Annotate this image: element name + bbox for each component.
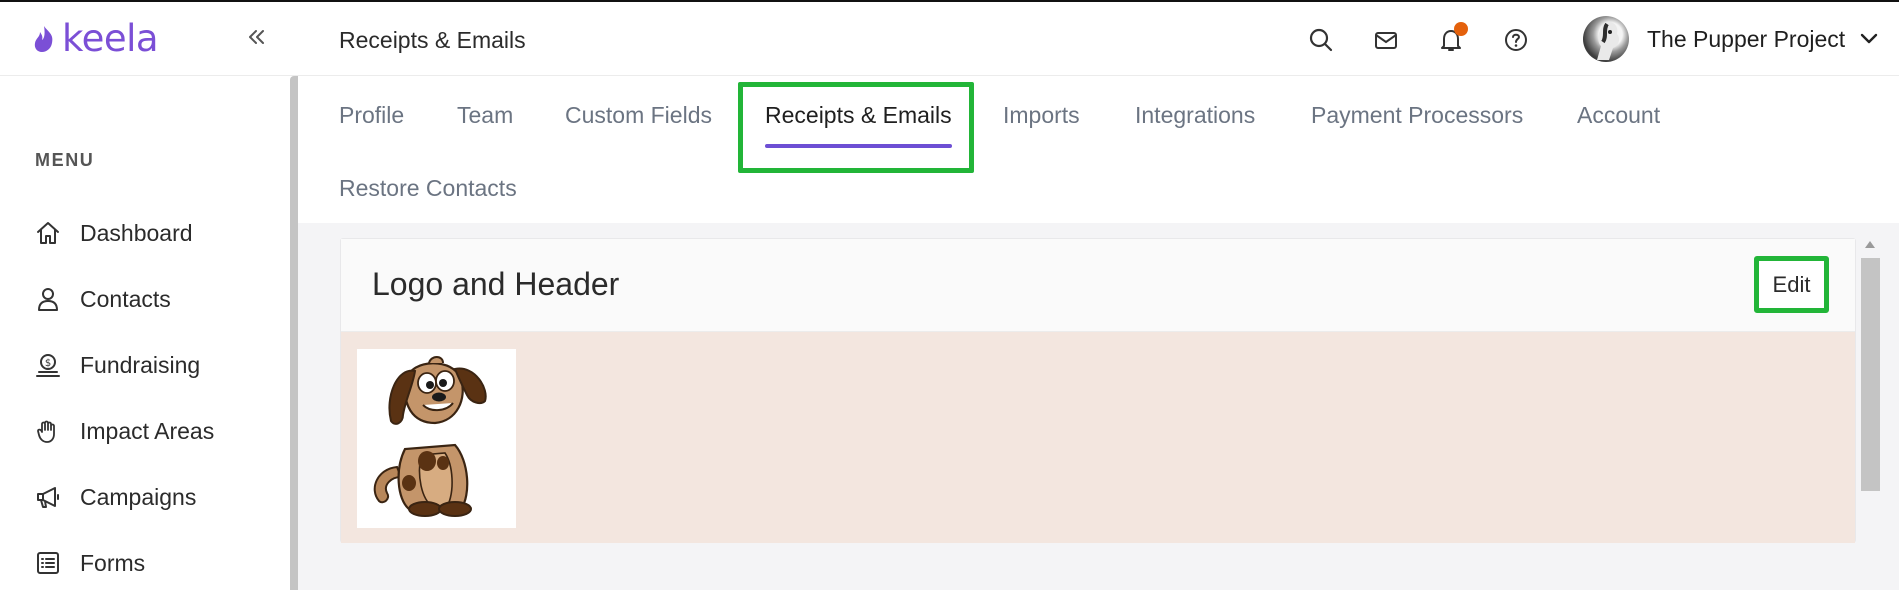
cartoon-dog-icon	[373, 356, 487, 517]
sidebar-scrollbar[interactable]	[290, 76, 298, 590]
sidebar-item-campaigns[interactable]: Campaigns	[34, 464, 214, 530]
scrollbar-thumb[interactable]	[1861, 258, 1880, 491]
dog-avatar-icon	[1597, 21, 1620, 60]
user-icon	[34, 285, 62, 313]
sidebar-item-contacts[interactable]: Contacts	[34, 266, 214, 332]
sidebar-item-label: Dashboard	[80, 219, 193, 246]
sidebar-item-fundraising[interactable]: $ Fundraising	[34, 332, 214, 398]
menu-label: MENU	[35, 150, 95, 170]
list-icon	[34, 549, 62, 577]
edit-button[interactable]: Edit	[1754, 256, 1829, 313]
page-title: Receipts & Emails	[339, 27, 526, 53]
chevron-down-icon	[1860, 33, 1878, 44]
notifications-button[interactable]	[1437, 22, 1468, 54]
help-button[interactable]	[1502, 26, 1530, 54]
notification-badge	[1454, 22, 1468, 36]
header-preview	[341, 332, 1855, 543]
keela-logo[interactable]: keela	[32, 17, 159, 60]
sidebar-item-forms[interactable]: Forms	[34, 530, 214, 590]
sidebar-item-impact-areas[interactable]: Impact Areas	[34, 398, 214, 464]
settings-tabs: Profile Team Custom Fields Receipts & Em…	[298, 76, 1899, 223]
sidebar-header: keela	[0, 2, 298, 76]
logo-header-card: Logo and Header Edit	[340, 238, 1856, 543]
search-icon	[1309, 28, 1333, 52]
tab-integrations[interactable]: Integrations	[1135, 102, 1255, 129]
tab-account[interactable]: Account	[1577, 102, 1660, 129]
tab-profile[interactable]: Profile	[339, 102, 404, 129]
tab-restore-contacts[interactable]: Restore Contacts	[339, 175, 517, 202]
mail-icon	[1375, 32, 1397, 49]
sidebar: keela MENU Dashboard Contacts $ Fundrais…	[0, 2, 298, 590]
hand-heart-icon	[34, 417, 62, 445]
tab-team[interactable]: Team	[457, 102, 513, 129]
scroll-up-arrow-icon[interactable]	[1865, 241, 1875, 248]
sidebar-item-label: Fundraising	[80, 351, 201, 378]
avatar	[1583, 16, 1629, 62]
sidebar-item-label: Campaigns	[80, 483, 197, 510]
home-icon	[34, 219, 62, 247]
search-button[interactable]	[1307, 26, 1335, 54]
megaphone-icon	[34, 483, 62, 511]
help-icon	[1505, 29, 1527, 51]
main-content: Logo and Header Edit	[298, 223, 1899, 590]
sidebar-item-label: Contacts	[80, 285, 171, 312]
organization-switcher[interactable]: The Pupper Project	[1583, 16, 1879, 62]
content-scrollbar[interactable]	[1858, 238, 1882, 590]
svg-text:$: $	[45, 358, 51, 369]
messages-button[interactable]	[1372, 26, 1400, 54]
dollar-hand-icon: $	[34, 351, 62, 379]
sidebar-item-label: Impact Areas	[80, 417, 215, 444]
logo-text: keela	[62, 17, 159, 60]
tab-payment-processors[interactable]: Payment Processors	[1311, 102, 1523, 129]
tab-imports[interactable]: Imports	[1003, 102, 1080, 129]
org-name: The Pupper Project	[1647, 25, 1846, 52]
card-header: Logo and Header Edit	[341, 239, 1855, 332]
highlight-box-tab	[738, 82, 974, 173]
top-header: Receipts & Emails The Pupper Project	[298, 2, 1899, 76]
collapse-sidebar-button[interactable]	[244, 22, 268, 52]
section-title: Logo and Header	[372, 266, 620, 302]
double-chevron-left-icon	[249, 30, 264, 44]
tab-custom-fields[interactable]: Custom Fields	[565, 102, 712, 129]
dog-logo-image[interactable]	[357, 349, 516, 528]
sidebar-nav: Dashboard Contacts $ Fundraising Impact …	[34, 200, 214, 590]
keela-flame-icon	[34, 25, 53, 52]
sidebar-item-dashboard[interactable]: Dashboard	[34, 200, 214, 266]
sidebar-item-label: Forms	[80, 549, 146, 576]
